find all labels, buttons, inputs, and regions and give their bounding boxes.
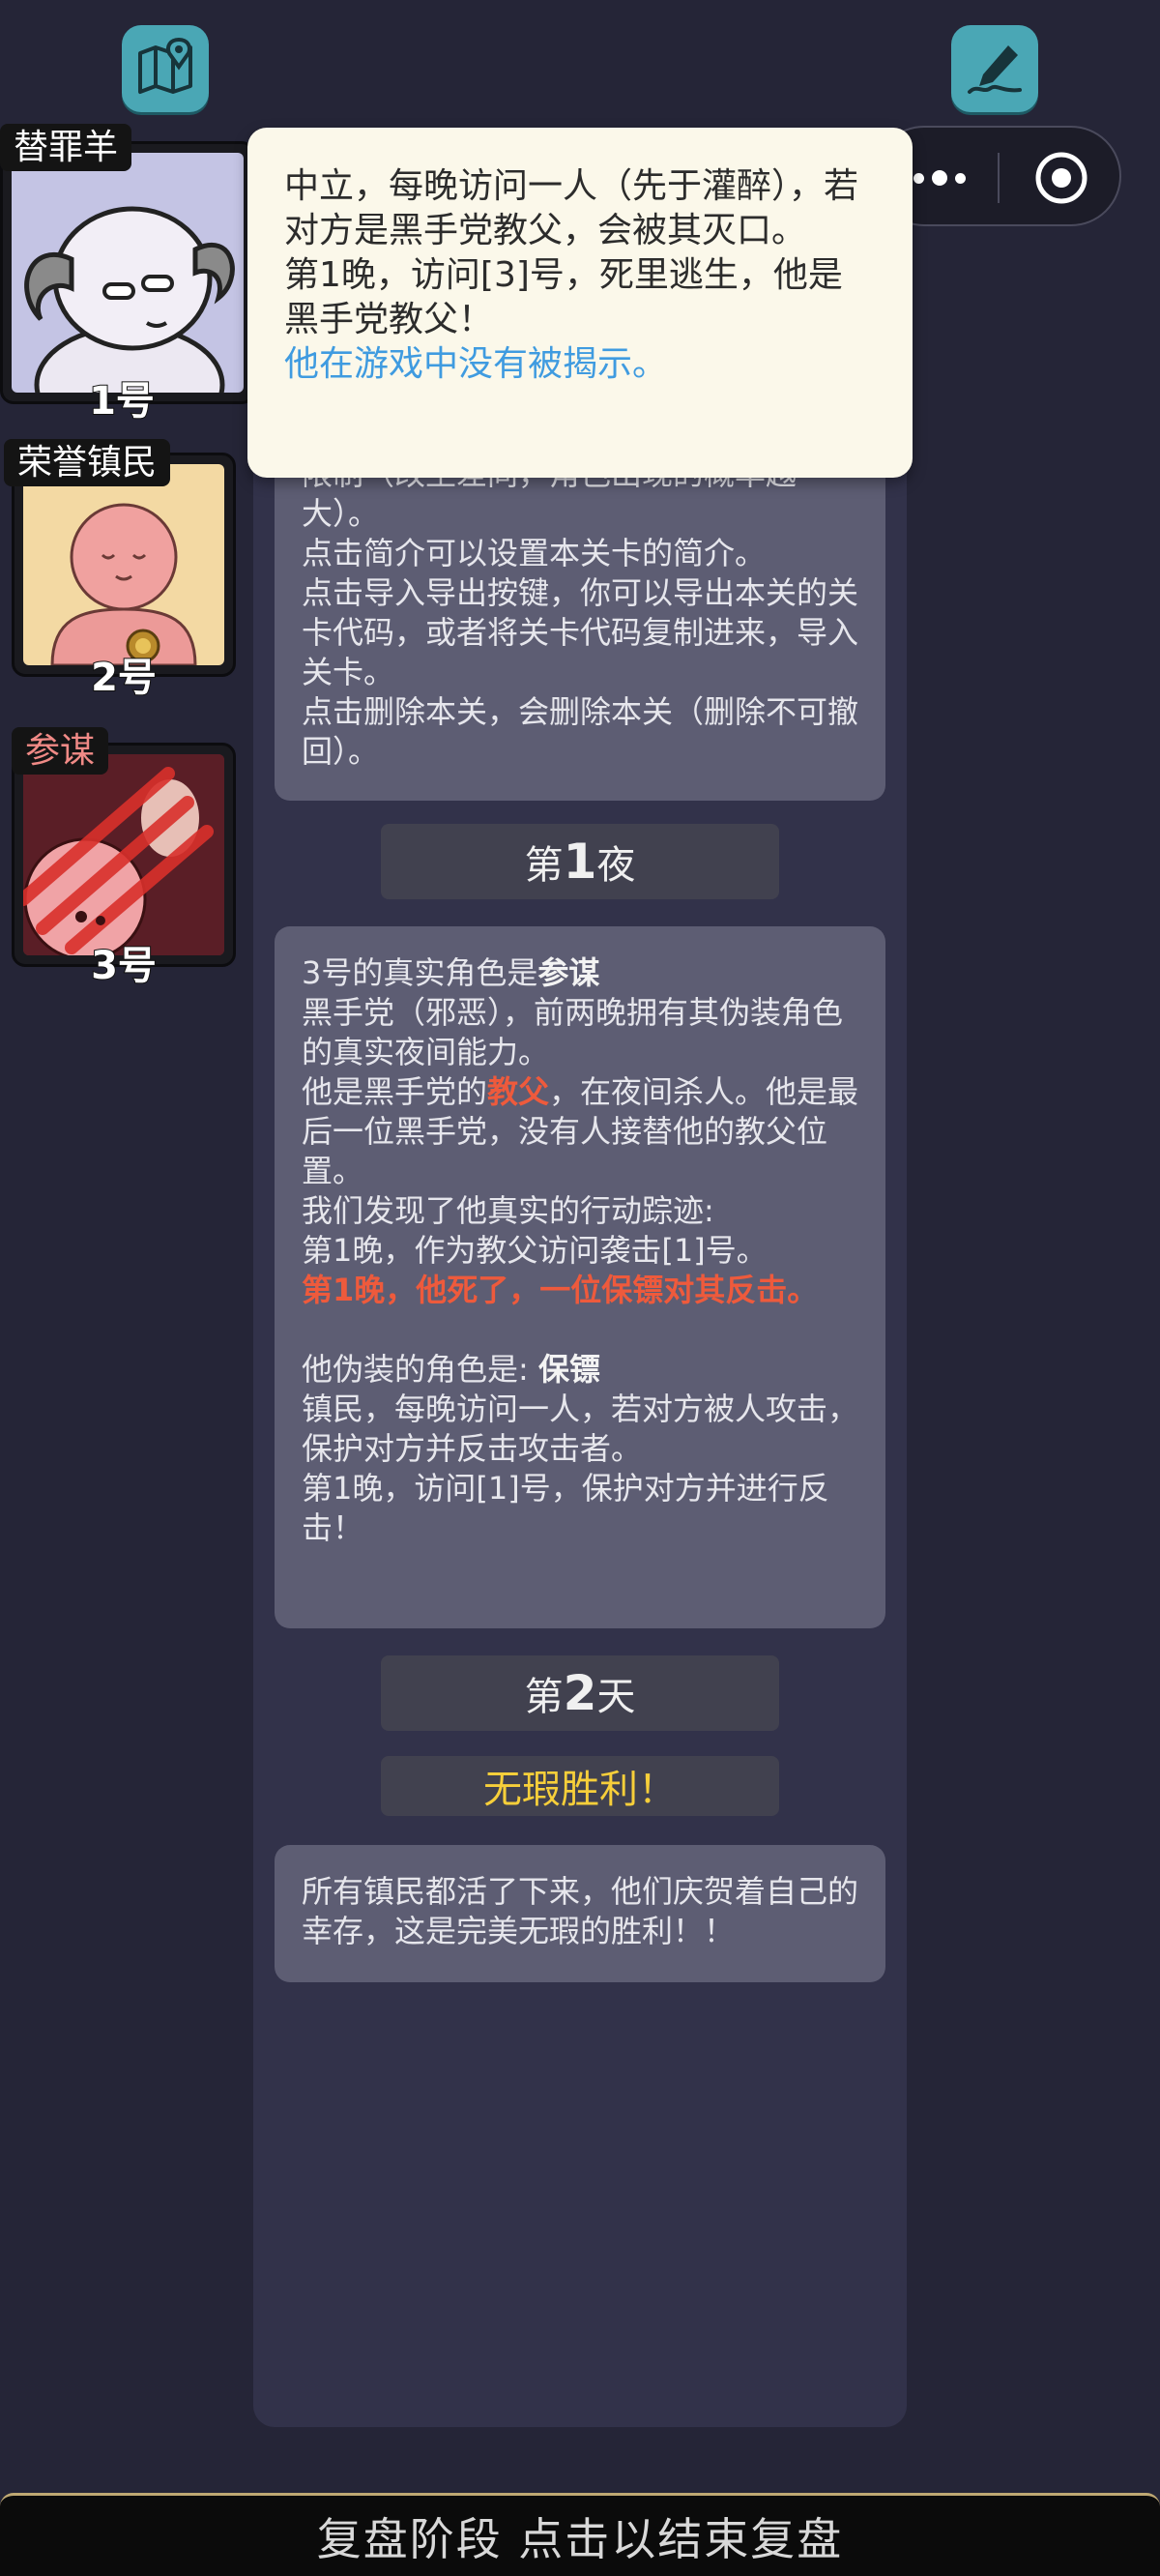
player-number: 2号 xyxy=(90,655,158,701)
header-num: 1 xyxy=(563,834,597,890)
scapegoat-portrait xyxy=(12,153,244,393)
edit-button[interactable] xyxy=(951,25,1038,112)
message-line: 他伪装的角色是: 保镖 xyxy=(302,1351,600,1388)
message-line: 我们发现了他真实的行动踪迹: xyxy=(302,1192,714,1229)
map-button[interactable] xyxy=(122,25,209,112)
night-1-header: 第1夜 xyxy=(381,824,779,899)
role-tag: 荣誉镇民 xyxy=(4,439,171,487)
map-pin-icon xyxy=(134,36,196,102)
honorary-townsman-portrait xyxy=(23,464,224,665)
role-tag: 参谋 xyxy=(12,727,109,776)
role-tooltip[interactable]: 中立，每晚访问一人（先于灌醉），若对方是黑手党教父，会被其灭口。 第1晚，访问[… xyxy=(247,128,913,478)
end-review-button[interactable]: 复盘阶段 点击以结束复盘 xyxy=(0,2493,1160,2576)
header-num: 2 xyxy=(563,1665,597,1721)
day-2-header: 第2天 xyxy=(381,1655,779,1731)
target-close-icon[interactable] xyxy=(1032,149,1090,207)
role-tag: 替罪羊 xyxy=(0,124,132,172)
victory-header: 无瑕胜利！ xyxy=(381,1756,779,1816)
tooltip-reveal-status: 他在游戏中没有被揭示。 xyxy=(284,344,668,384)
player-number: 3号 xyxy=(90,943,158,989)
more-dots-icon[interactable] xyxy=(905,153,974,203)
message-line: 3号的真实角色是参谋 xyxy=(302,954,600,991)
header-post: 天 xyxy=(596,1675,636,1719)
header-post: 夜 xyxy=(596,843,636,888)
message-victory: 所有镇民都活了下来，他们庆贺着自己的幸存，这是完美无瑕的胜利！！ xyxy=(275,1845,885,1982)
message-line: 第1晚，作为教父访问袭击[1]号。 xyxy=(302,1232,768,1269)
message-line: 他是黑手党的教父，在夜间杀人。他是最后一位黑手党，没有人接替他的教父位置。 xyxy=(302,1073,859,1189)
message-line: 所有镇民都活了下来，他们庆贺着自己的幸存，这是完美无瑕的胜利！！ xyxy=(302,1873,859,1949)
message-intro: 限制（改坐差同，角色出现的概率越大）。 点击简介可以设置本关卡的简介。 点击导入… xyxy=(275,425,885,801)
message-line: 点击导入导出按键，你可以导出本关的关卡代码，或者将关卡代码复制进来，导入关卡。 xyxy=(302,574,859,690)
message-night-1: 3号的真实角色是参谋 黑手党（邪恶），前两晚拥有其伪装角色的真实夜间能力。 他是… xyxy=(275,926,885,1628)
header-pre: 第 xyxy=(524,1675,564,1719)
message-line: 点击简介可以设置本关卡的简介。 xyxy=(302,535,767,571)
message-line: 第1晚，访问[1]号，保护对方并进行反击！ xyxy=(302,1470,829,1546)
tooltip-action: 第1晚，访问[3]号，死里逃生，他是黑手党教父！ xyxy=(284,255,843,339)
pen-sign-icon xyxy=(964,36,1026,102)
capsule-divider xyxy=(998,153,1000,203)
consigliere-portrait xyxy=(23,754,224,955)
tooltip-description: 中立，每晚访问一人（先于灌醉），若对方是黑手党教父，会被其灭口。 xyxy=(284,166,859,250)
message-line: 镇民，每晚访问一人，若对方被人攻击，保护对方并反击攻击者。 xyxy=(302,1390,859,1467)
player-number: 1号 xyxy=(88,378,156,424)
header-pre: 第 xyxy=(524,843,564,888)
message-line: 黑手党（邪恶），前两晚拥有其伪装角色的真实夜间能力。 xyxy=(302,994,844,1070)
message-line: 点击删除本关，会删除本关（删除不可撤回）。 xyxy=(302,693,859,770)
player-card-1[interactable] xyxy=(0,141,255,404)
message-death-line: 第1晚，他死了，一位保镖对其反击。 xyxy=(302,1272,819,1308)
